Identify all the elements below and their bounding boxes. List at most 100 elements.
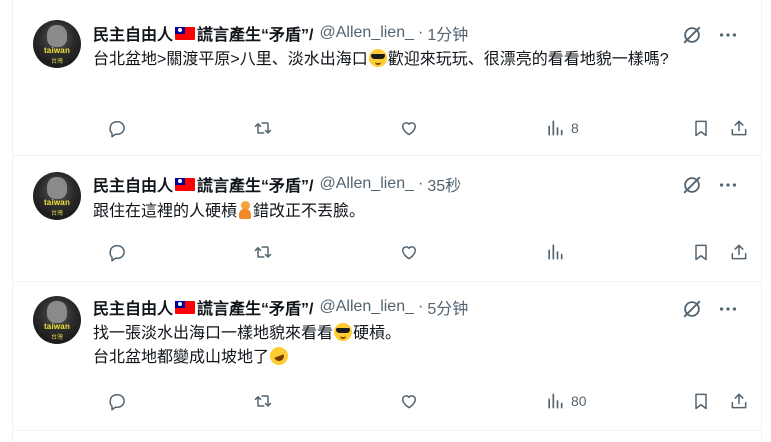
tweet[interactable]: taiwan 台灣 民主自由人 謊言產生“矛盾”/ @Allen_lien_ ·…: [13, 0, 761, 156]
views-button[interactable]: [545, 240, 571, 264]
retweet-button[interactable]: [253, 389, 273, 413]
timestamp[interactable]: 5分钟: [427, 295, 468, 319]
like-button[interactable]: [399, 389, 419, 413]
author-name[interactable]: 民主自由人: [93, 172, 173, 196]
bookmark-icon: [695, 393, 707, 410]
tweet[interactable]: taiwan 台灣 民主自由人 謊言產生“矛盾”/ @Allen_lien_ ·…: [13, 156, 761, 282]
share-button[interactable]: [729, 240, 749, 264]
author-name-suffix[interactable]: 謊言產生“矛盾”/: [197, 295, 313, 319]
tweet-text-part: 台北盆地都變成山坡地了: [93, 349, 270, 366]
tweet-text-part: 跟住在這裡的人硬槓: [93, 203, 238, 220]
tweet[interactable]: taiwan 台灣 民主自由人 謊言產生“矛盾”/ @Allen_lien_ ·…: [13, 282, 761, 431]
tweet-text: 跟住在這裡的人硬槓 錯改正不丟臉。: [93, 200, 723, 224]
author-name[interactable]: 民主自由人: [93, 21, 173, 45]
tweet-text-part: 找一張淡水出海口一樣地貌來看看: [93, 325, 334, 342]
tweet-actions: 80: [93, 389, 753, 413]
tweet-header: 民主自由人 謊言產生“矛盾”/ @Allen_lien_ · 35秒: [93, 173, 461, 195]
timeline: taiwan 台灣 民主自由人 謊言產生“矛盾”/ @Allen_lien_ ·…: [12, 0, 762, 442]
avatar[interactable]: taiwan 台灣: [33, 296, 81, 344]
views-count: 80: [571, 393, 587, 409]
avatar-subtext: 台灣: [50, 211, 63, 217]
tweet-actions: 8: [93, 116, 753, 140]
avatar[interactable]: taiwan 台灣: [33, 172, 81, 220]
bookmark-button[interactable]: [691, 116, 711, 140]
author-name-suffix[interactable]: 謊言產生“矛盾”/: [197, 21, 313, 45]
more-icon[interactable]: [717, 24, 739, 46]
avatar-subtext: 台灣: [50, 335, 63, 341]
tweet-line: 台北盆地都變成山坡地了: [93, 344, 723, 370]
tweet-text-part: 歡迎來玩玩、很漂亮的看看地貌一樣嗎?: [387, 51, 669, 68]
bookmark-button[interactable]: [691, 389, 711, 413]
tweet-text-part: 錯改正不丟臉。: [253, 203, 366, 220]
tweet-text: 台北盆地>關渡平原>八里、淡水出海口 歡迎來玩玩、很漂亮的看看地貌一樣嗎?: [93, 48, 723, 72]
share-button[interactable]: [729, 389, 749, 413]
author-handle[interactable]: @Allen_lien_: [319, 175, 414, 193]
retweet-icon: [254, 395, 272, 407]
reply-button[interactable]: [107, 240, 127, 264]
tweet-line: 找一張淡水出海口一樣地貌來看看 硬槓。: [93, 322, 723, 346]
views-count: 8: [571, 120, 579, 136]
person-emoji-icon: [238, 201, 252, 219]
author-handle[interactable]: @Allen_lien_: [319, 24, 414, 42]
like-button[interactable]: [399, 240, 419, 264]
avatar-face: [47, 177, 67, 199]
author-name-suffix[interactable]: 謊言產生“矛盾”/: [197, 172, 313, 196]
retweet-button[interactable]: [253, 116, 273, 140]
like-icon: [402, 246, 416, 260]
author-handle[interactable]: @Allen_lien_: [319, 298, 414, 316]
author-name[interactable]: 民主自由人: [93, 295, 173, 319]
like-button[interactable]: [399, 116, 419, 140]
sunglasses-emoji-icon: [334, 323, 353, 341]
reply-icon: [109, 121, 125, 138]
grok-icon[interactable]: [681, 174, 703, 196]
views-icon: [548, 244, 563, 260]
avatar-face: [47, 301, 67, 323]
share-button[interactable]: [729, 116, 749, 140]
separator-dot: ·: [418, 24, 424, 41]
share-icon: [731, 393, 747, 409]
tweet-text-part: 硬槓。: [353, 325, 402, 342]
timestamp[interactable]: 35秒: [427, 172, 461, 196]
avatar-text: taiwan: [43, 322, 71, 331]
taiwan-flag-icon: [175, 177, 196, 191]
retweet-icon: [254, 246, 272, 258]
bookmark-button[interactable]: [691, 240, 711, 264]
tweet-header: 民主自由人 謊言產生“矛盾”/ @Allen_lien_ · 1分钟: [93, 22, 468, 44]
like-icon: [402, 395, 416, 409]
reply-button[interactable]: [107, 389, 127, 413]
separator-dot: ·: [418, 298, 424, 315]
reply-icon: [109, 394, 125, 411]
more-icon[interactable]: [717, 174, 739, 196]
views-icon: [548, 120, 563, 136]
avatar-text: taiwan: [43, 46, 71, 55]
tweet-text: 找一張淡水出海口一樣地貌來看看 硬槓。 台北盆地都變成山坡地了: [93, 322, 723, 370]
like-icon: [402, 122, 416, 136]
tweet-text-part: 台北盆地>關渡平原>八里、淡水出海口: [93, 51, 368, 68]
grok-icon[interactable]: [681, 298, 703, 320]
tweet-header: 民主自由人 謊言產生“矛盾”/ @Allen_lien_ · 5分钟: [93, 296, 468, 318]
taiwan-flag-icon: [175, 26, 196, 40]
separator-dot: ·: [418, 175, 424, 192]
rofl-emoji-icon: [267, 344, 291, 368]
grok-icon[interactable]: [681, 24, 703, 46]
share-icon: [731, 244, 747, 260]
tweet-actions: [93, 240, 753, 264]
retweet-button[interactable]: [253, 240, 273, 264]
reply-icon: [109, 245, 125, 262]
views-icon: [548, 393, 563, 409]
more-icon[interactable]: [717, 298, 739, 320]
bookmark-icon: [695, 244, 707, 261]
avatar[interactable]: taiwan 台灣: [33, 20, 81, 68]
timestamp[interactable]: 1分钟: [427, 21, 468, 45]
avatar-text: taiwan: [43, 198, 71, 207]
avatar-face: [47, 25, 67, 47]
avatar-subtext: 台灣: [50, 59, 63, 65]
taiwan-flag-icon: [175, 300, 196, 314]
views-button[interactable]: 80: [545, 389, 587, 413]
bookmark-icon: [695, 120, 707, 137]
retweet-icon: [254, 122, 272, 134]
views-button[interactable]: 8: [545, 116, 579, 140]
share-icon: [731, 120, 747, 136]
sunglasses-emoji-icon: [368, 49, 387, 67]
reply-button[interactable]: [107, 116, 127, 140]
